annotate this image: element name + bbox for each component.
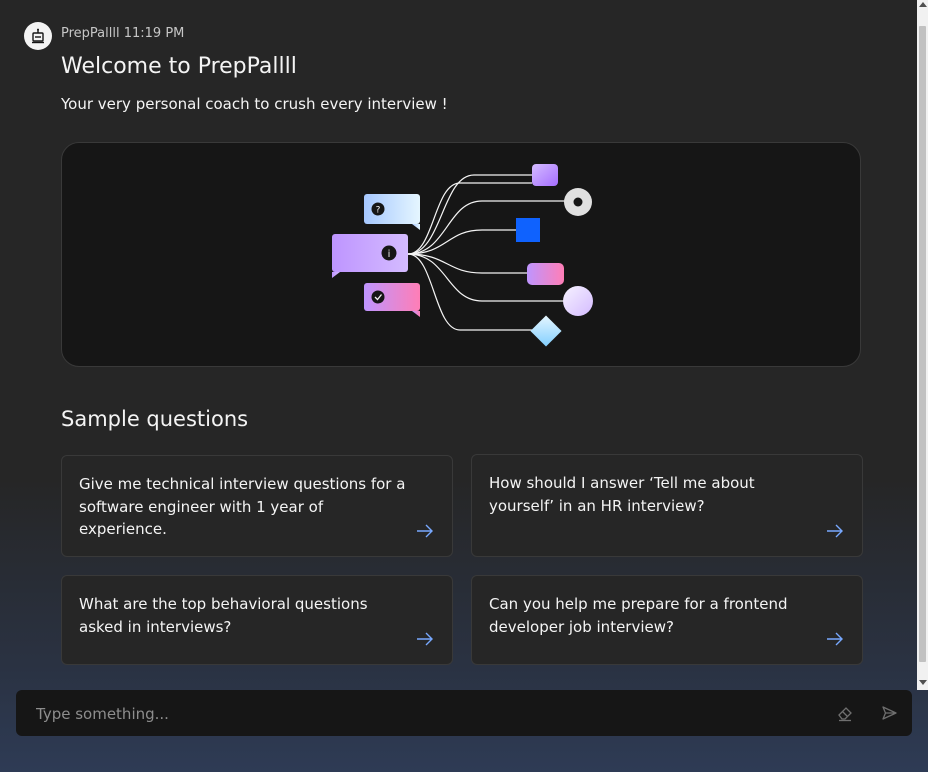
chat-input-bar [16, 690, 912, 736]
pink-pill-shape [527, 263, 564, 285]
diamond-shape [530, 315, 562, 347]
question-bubble: ? [364, 194, 420, 230]
scroll-up-icon[interactable] [919, 2, 927, 7]
blue-square-shape [516, 218, 540, 242]
eraser-icon[interactable] [836, 704, 854, 722]
sample-questions-heading: Sample questions [61, 407, 249, 431]
sample-question-card[interactable]: Give me technical interview questions fo… [61, 455, 453, 557]
sample-question-text: Give me technical interview questions fo… [79, 475, 406, 538]
sample-question-text: What are the top behavioral questions as… [79, 595, 368, 636]
decision-tree-illustration: ? i [332, 164, 593, 347]
hero-illustration: ? i [61, 142, 861, 367]
sample-question-text: Can you help me prepare for a frontend d… [489, 595, 788, 636]
arrow-right-icon [417, 524, 433, 538]
message-meta: PrepPallll 11:19 PM [61, 26, 184, 41]
welcome-title: Welcome to PrepPallll [61, 54, 297, 79]
robot-icon [32, 28, 44, 44]
message-time: 11:19 PM [123, 26, 185, 41]
sample-question-text: How should I answer ‘Tell me about yours… [489, 474, 755, 515]
check-bubble [364, 283, 420, 317]
purple-rounded-shape [532, 164, 558, 186]
svg-text:?: ? [376, 206, 381, 216]
arrow-right-icon [827, 632, 843, 646]
arrow-right-icon [417, 632, 433, 646]
scrollbar-thumb[interactable] [919, 26, 926, 662]
svg-text:i: i [388, 249, 391, 260]
lavender-circle-shape [563, 286, 593, 316]
message-input[interactable] [34, 702, 818, 726]
bot-avatar [24, 22, 52, 50]
scrollbar[interactable] [917, 0, 928, 690]
welcome-subtitle: Your very personal coach to crush every … [61, 95, 448, 113]
sample-question-card[interactable]: Can you help me prepare for a frontend d… [471, 575, 863, 665]
send-icon[interactable] [880, 704, 898, 722]
scroll-down-icon[interactable] [919, 680, 927, 685]
sender-name: PrepPallll [61, 26, 120, 41]
info-bubble: i [332, 234, 408, 278]
sample-question-card[interactable]: How should I answer ‘Tell me about yours… [471, 454, 863, 557]
arrow-right-icon [827, 524, 843, 538]
sample-question-card[interactable]: What are the top behavioral questions as… [61, 575, 453, 665]
